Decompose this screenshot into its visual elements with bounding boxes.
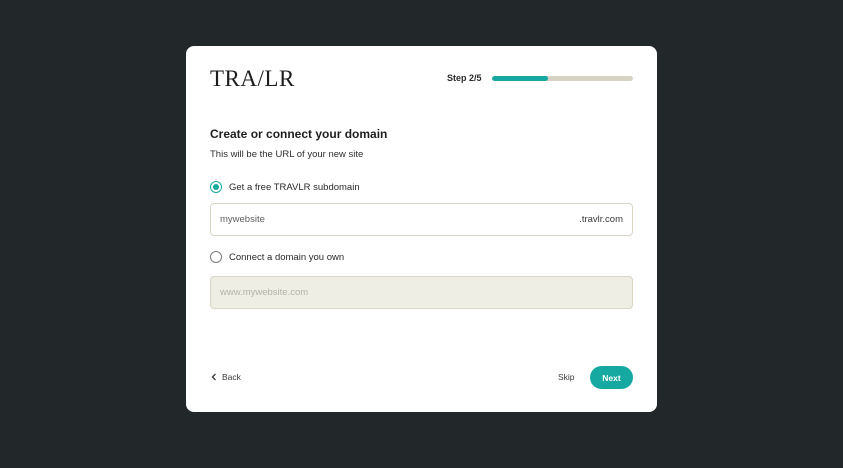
step-indicator: Step 2/5 (447, 73, 482, 83)
custom-domain-placeholder: www.mywebsite.com (220, 287, 309, 298)
onboarding-modal: TRA/LR Step 2/5 Create or connect your d… (186, 46, 657, 412)
progress-bar-fill (492, 76, 549, 81)
page-subtitle: This will be the URL of your new site (210, 149, 364, 160)
radio-button-unselected[interactable] (210, 251, 222, 263)
back-label: Back (222, 372, 241, 382)
option-free-subdomain[interactable]: Get a free TRAVLR subdomain (210, 181, 360, 193)
option-own-domain[interactable]: Connect a domain you own (210, 251, 344, 263)
domain-suffix: .travlr.com (579, 214, 623, 225)
progress-bar (492, 76, 633, 81)
option-label: Get a free TRAVLR subdomain (229, 181, 360, 193)
subdomain-input[interactable]: mywebsite .travlr.com (210, 203, 633, 236)
radio-button-selected[interactable] (210, 181, 222, 193)
custom-domain-input[interactable]: www.mywebsite.com (210, 276, 633, 309)
subdomain-input-value[interactable]: mywebsite (220, 214, 579, 225)
back-button[interactable]: Back (211, 372, 241, 382)
skip-button[interactable]: Skip (558, 372, 575, 382)
travlr-logo: TRA/LR (210, 66, 295, 91)
option-label: Connect a domain you own (229, 251, 345, 263)
page-title: Create or connect your domain (210, 127, 388, 141)
next-button[interactable]: Next (590, 366, 633, 389)
chevron-left-icon (211, 373, 216, 381)
